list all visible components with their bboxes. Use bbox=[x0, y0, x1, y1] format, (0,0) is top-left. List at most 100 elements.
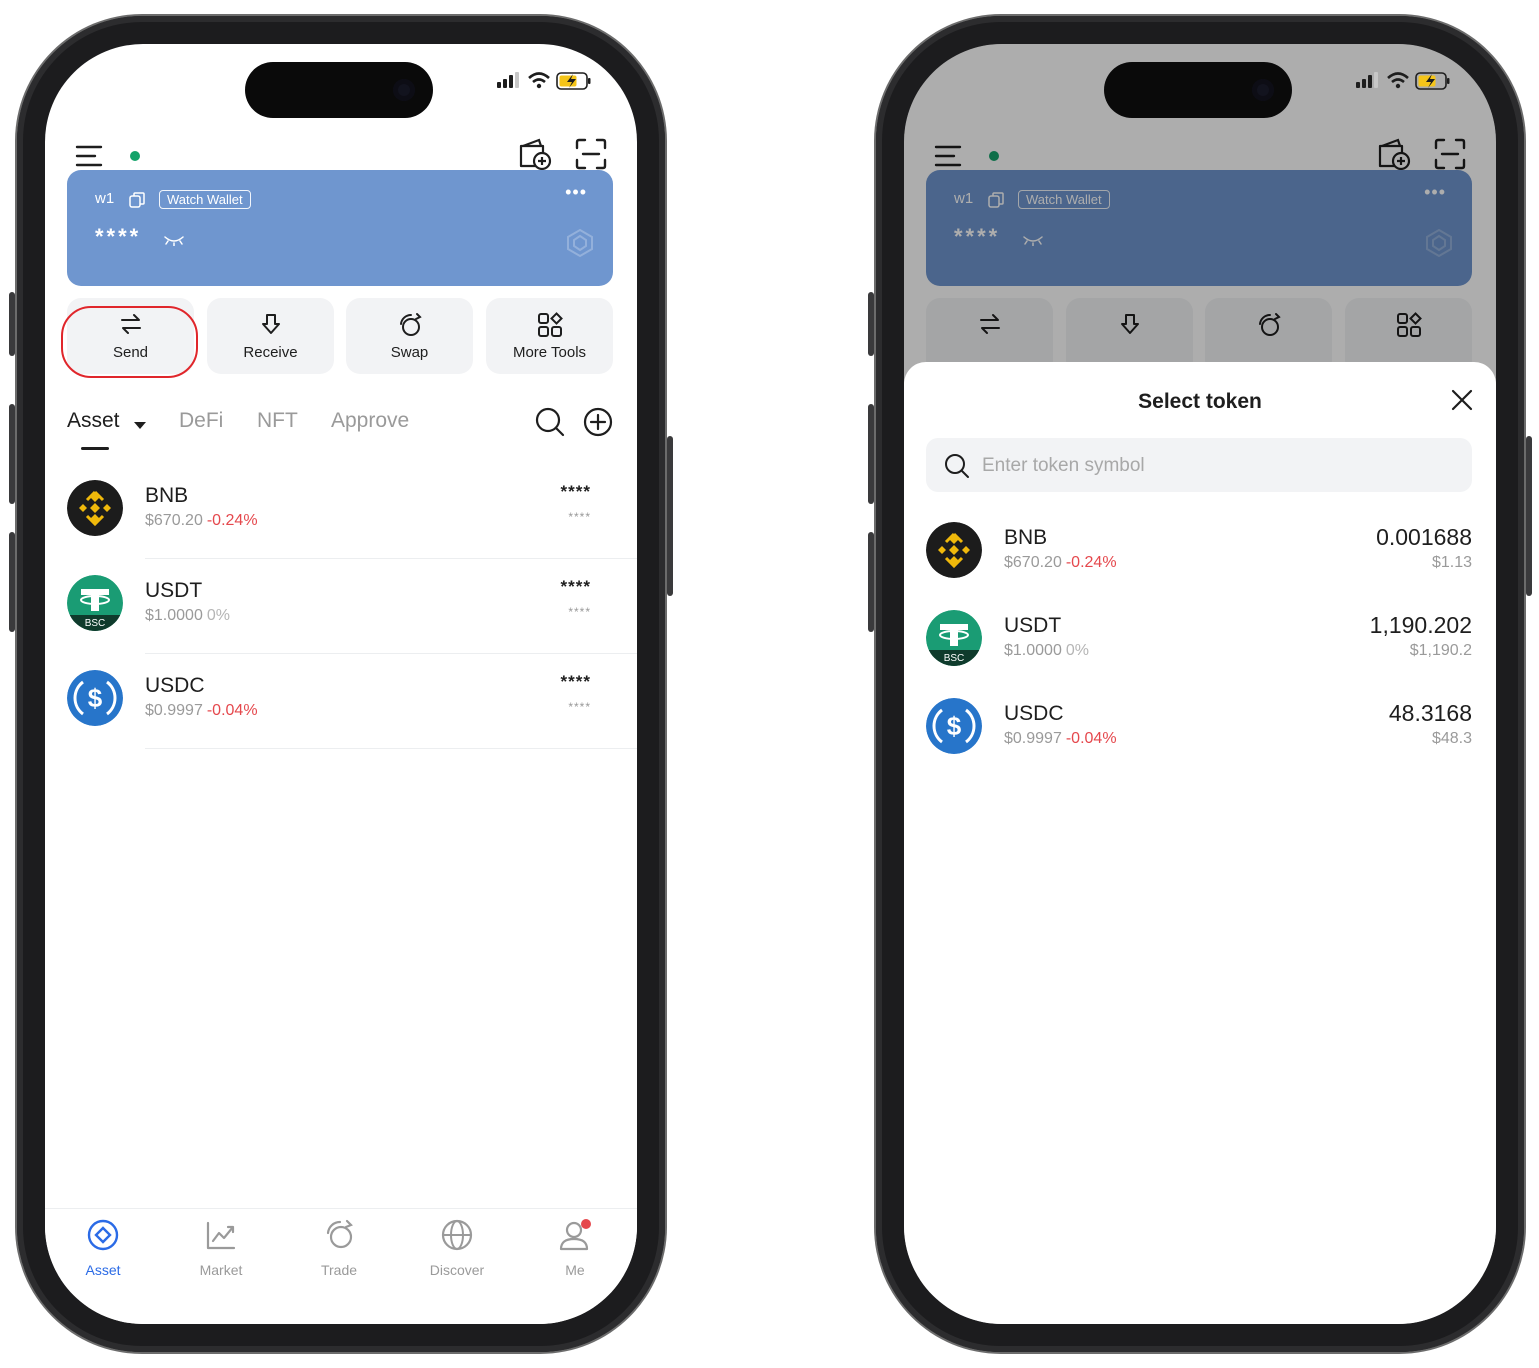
status-bar-icons bbox=[497, 72, 591, 90]
nav-asset[interactable]: Asset bbox=[48, 1219, 158, 1278]
download-icon bbox=[261, 314, 280, 334]
phone-frame-asset: w1 Watch Wallet ••• **** Send Receive Sw… bbox=[9, 16, 673, 1352]
bnb-coin-icon bbox=[926, 522, 982, 578]
bottom-nav: Asset Market Trade Discover Me bbox=[45, 1208, 637, 1324]
token-price-line: $670.20 -0.24% bbox=[1004, 554, 1117, 572]
usdt-coin-icon: BSC bbox=[926, 610, 982, 666]
tab-asset[interactable]: Asset bbox=[67, 409, 120, 433]
sheet-title: Select token bbox=[1138, 390, 1262, 413]
token-usd-value: $48.3 bbox=[1431, 730, 1472, 747]
token-price: $0.9997 bbox=[1004, 730, 1062, 747]
asset-change: -0.04% bbox=[206, 702, 258, 719]
asset-row-usdc[interactable]: $ USDC $0.9997 -0.04% **** **** bbox=[67, 654, 637, 749]
wallet-name: w1 bbox=[95, 190, 115, 207]
svg-text:$: $ bbox=[88, 683, 103, 713]
tab-nft[interactable]: NFT bbox=[257, 409, 298, 433]
status-bar-icons bbox=[1356, 72, 1450, 90]
token-usd-value: $1.13 bbox=[1431, 554, 1472, 571]
copy-icon[interactable] bbox=[129, 192, 145, 208]
side-button bbox=[1526, 436, 1532, 596]
asset-nav-icon bbox=[87, 1219, 119, 1251]
side-button bbox=[9, 404, 15, 504]
dynamic-island bbox=[1104, 62, 1292, 118]
bnb-coin-icon bbox=[67, 480, 123, 536]
nav-discover[interactable]: Discover bbox=[402, 1219, 512, 1278]
more-tools-button[interactable]: More Tools bbox=[486, 298, 613, 374]
nav-market-label: Market bbox=[199, 1262, 243, 1278]
token-symbol: USDT bbox=[1004, 614, 1062, 637]
token-row-bnb[interactable]: BNB $670.20 -0.24% 0.001688 $1.13 bbox=[926, 522, 1472, 610]
select-token-screen: w1 Watch Wallet ••• **** Select token En… bbox=[904, 44, 1496, 1324]
tab-defi[interactable]: DeFi bbox=[179, 409, 223, 433]
asset-price-line: $0.9997 -0.04% bbox=[145, 702, 258, 720]
side-button bbox=[667, 436, 673, 596]
asset-change: -0.24% bbox=[206, 512, 258, 529]
nav-market[interactable]: Market bbox=[166, 1219, 276, 1278]
swap-label: Swap bbox=[390, 344, 429, 361]
asset-symbol: USDT bbox=[145, 579, 203, 602]
asset-tabs: Asset DeFi NFT Approve bbox=[67, 407, 613, 450]
asset-hidden-value: **** bbox=[568, 510, 591, 524]
nav-trade-label: Trade bbox=[320, 1262, 358, 1278]
search-icon bbox=[945, 454, 969, 478]
side-button bbox=[868, 292, 874, 356]
tab-approve[interactable]: Approve bbox=[331, 409, 409, 433]
side-button bbox=[9, 532, 15, 632]
token-price: $670.20 bbox=[1004, 554, 1062, 571]
receive-button[interactable]: Receive bbox=[207, 298, 334, 374]
scan-icon[interactable] bbox=[575, 138, 607, 170]
menu-icon[interactable] bbox=[75, 144, 103, 168]
asset-price-line: $1.0000 0% bbox=[145, 607, 230, 625]
asset-row-usdt[interactable]: BSC USDT $1.0000 0% **** **** bbox=[67, 559, 637, 654]
usdc-coin-icon: $ bbox=[67, 670, 123, 726]
token-change: -0.24% bbox=[1065, 554, 1117, 571]
asset-price: $0.9997 bbox=[145, 702, 203, 719]
wallet-more-button[interactable]: ••• bbox=[565, 182, 587, 203]
asset-price-line: $670.20 -0.24% bbox=[145, 512, 258, 530]
more-tools-label: More Tools bbox=[512, 344, 587, 361]
notification-dot bbox=[581, 1219, 591, 1229]
dynamic-island bbox=[245, 62, 433, 118]
token-price-line: $1.0000 0% bbox=[1004, 642, 1089, 660]
asset-symbol: BNB bbox=[145, 484, 189, 507]
caret-down-icon[interactable] bbox=[133, 421, 147, 430]
nav-me[interactable]: Me bbox=[520, 1219, 630, 1278]
asset-symbol: USDC bbox=[145, 674, 205, 697]
close-icon[interactable] bbox=[1450, 388, 1474, 412]
trade-nav-icon bbox=[326, 1219, 353, 1249]
bsc-chain-badge: BSC bbox=[85, 618, 106, 629]
side-button bbox=[9, 292, 15, 356]
globe-nav-icon bbox=[441, 1219, 473, 1251]
token-symbol: USDC bbox=[1004, 702, 1064, 725]
asset-row-bnb[interactable]: BNB $670.20 -0.24% **** **** bbox=[67, 464, 637, 559]
asset-screen: w1 Watch Wallet ••• **** Send Receive Sw… bbox=[45, 44, 637, 1324]
online-dot-icon bbox=[130, 151, 140, 161]
receive-label: Receive bbox=[243, 344, 298, 361]
profile-nav-icon bbox=[559, 1219, 591, 1251]
swap-button[interactable]: Swap bbox=[346, 298, 473, 374]
wallet-card[interactable]: w1 Watch Wallet ••• **** bbox=[67, 170, 613, 286]
nav-trade[interactable]: Trade bbox=[284, 1219, 394, 1278]
add-token-icon[interactable] bbox=[583, 407, 613, 437]
usdc-coin-icon: $ bbox=[926, 698, 982, 754]
send-highlight-ring bbox=[61, 306, 198, 378]
side-button bbox=[868, 404, 874, 504]
token-amount: 1,190.202 bbox=[1369, 612, 1472, 638]
token-search-input[interactable]: Enter token symbol bbox=[926, 438, 1472, 492]
eye-closed-icon[interactable] bbox=[163, 234, 185, 246]
asset-change: 0% bbox=[206, 607, 230, 624]
token-row-usdc[interactable]: $ USDC $0.9997 -0.04% 48.3168 $48.3 bbox=[926, 698, 1472, 786]
token-change: -0.04% bbox=[1065, 730, 1117, 747]
token-amount: 48.3168 bbox=[1388, 700, 1472, 726]
token-row-usdt[interactable]: BSC USDT $1.0000 0% 1,190.202 $1,190.2 bbox=[926, 610, 1472, 698]
select-token-sheet: Select token Enter token symbol BNB $670… bbox=[904, 362, 1496, 1324]
asset-hidden-amount: **** bbox=[560, 482, 591, 501]
active-tab-indicator bbox=[81, 447, 109, 450]
usdt-coin-icon: BSC bbox=[67, 575, 123, 631]
phone-frame-select-token: w1 Watch Wallet ••• **** Select token En… bbox=[868, 16, 1532, 1352]
add-wallet-icon[interactable] bbox=[517, 136, 553, 172]
market-nav-icon bbox=[206, 1221, 236, 1250]
search-icon[interactable] bbox=[535, 407, 565, 437]
token-price-line: $0.9997 -0.04% bbox=[1004, 730, 1117, 748]
token-change: 0% bbox=[1065, 642, 1089, 659]
